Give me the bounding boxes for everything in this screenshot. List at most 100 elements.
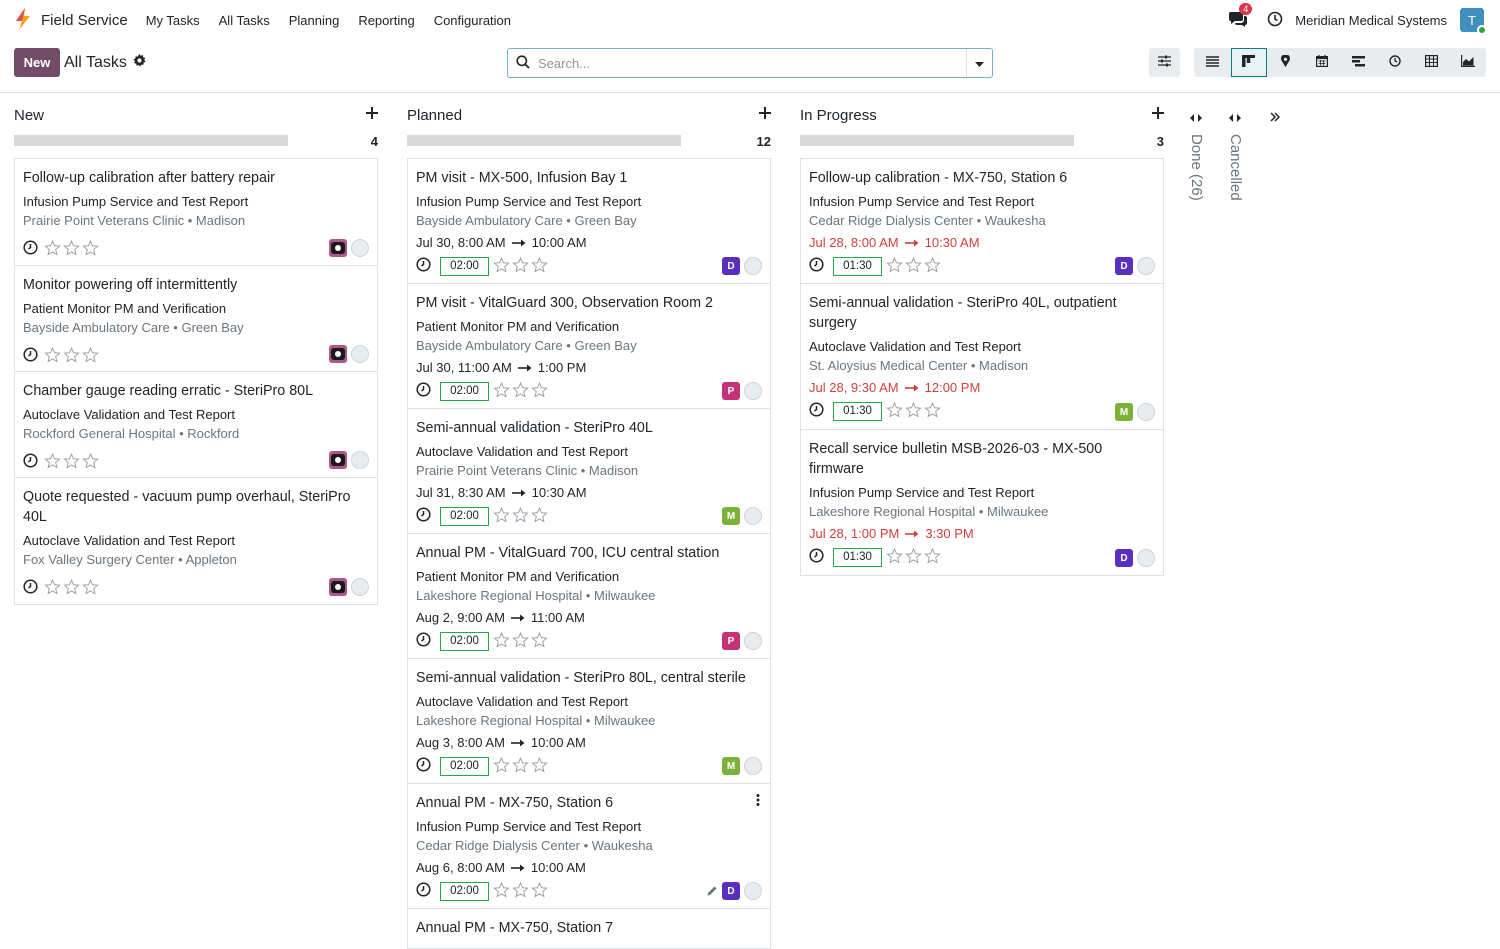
- task-card[interactable]: Quote requested - vacuum pump overhaul, …: [15, 478, 377, 605]
- assignee-avatar[interactable]: [329, 239, 347, 257]
- star-icon[interactable]: [512, 756, 531, 776]
- priority-stars[interactable]: [886, 256, 943, 276]
- filter-settings-button[interactable]: [1149, 48, 1180, 77]
- menu-configuration[interactable]: Configuration: [434, 13, 511, 28]
- kanban-state-circle[interactable]: [744, 507, 762, 525]
- column-title[interactable]: In Progress: [800, 107, 877, 124]
- priority-stars[interactable]: [44, 239, 101, 259]
- kanban-state-circle[interactable]: [744, 382, 762, 400]
- assignee-avatar[interactable]: P: [722, 632, 740, 650]
- star-icon[interactable]: [512, 381, 531, 401]
- company-switcher[interactable]: Meridian Medical Systems: [1295, 13, 1447, 28]
- menu-all-tasks[interactable]: All Tasks: [219, 13, 270, 28]
- task-card[interactable]: Chamber gauge reading erratic - SteriPro…: [15, 372, 377, 478]
- kanban-state-circle[interactable]: [351, 345, 369, 363]
- pivot-view-button[interactable]: [1413, 48, 1450, 77]
- column-progress-bar[interactable]: [800, 135, 1074, 146]
- messages-button[interactable]: 4: [1229, 2, 1253, 30]
- task-card[interactable]: PM visit - MX-500, Infusion Bay 1 Infusi…: [408, 159, 770, 284]
- star-icon[interactable]: [44, 346, 63, 366]
- column-title[interactable]: Planned: [407, 107, 462, 124]
- kanban-state-circle[interactable]: [744, 882, 762, 900]
- star-icon[interactable]: [531, 256, 550, 276]
- column-title[interactable]: New: [14, 107, 44, 124]
- star-icon[interactable]: [82, 578, 101, 598]
- star-icon[interactable]: [886, 256, 905, 276]
- priority-stars[interactable]: [493, 881, 550, 901]
- star-icon[interactable]: [493, 631, 512, 651]
- star-icon[interactable]: [531, 756, 550, 776]
- star-icon[interactable]: [63, 578, 82, 598]
- task-card[interactable]: Annual PM - MX-750, Station 7: [408, 909, 770, 949]
- gantt-view-button[interactable]: [1340, 48, 1377, 77]
- activity-clock-icon[interactable]: [1267, 11, 1283, 30]
- star-icon[interactable]: [493, 381, 512, 401]
- activity-clock-icon[interactable]: [809, 402, 824, 420]
- activity-clock-icon[interactable]: [23, 347, 38, 365]
- activity-clock-icon[interactable]: [23, 579, 38, 597]
- star-icon[interactable]: [512, 256, 531, 276]
- star-icon[interactable]: [924, 401, 943, 421]
- kanban-state-circle[interactable]: [744, 632, 762, 650]
- star-icon[interactable]: [82, 239, 101, 259]
- activity-clock-icon[interactable]: [416, 757, 431, 775]
- star-icon[interactable]: [905, 256, 924, 276]
- activity-clock-icon[interactable]: [23, 240, 38, 258]
- assignee-avatar[interactable]: M: [722, 757, 740, 775]
- activity-clock-icon[interactable]: [416, 507, 431, 525]
- assignee-avatar[interactable]: [329, 345, 347, 363]
- search-input[interactable]: [538, 50, 966, 76]
- kanban-state-circle[interactable]: [1137, 549, 1155, 567]
- assignee-avatar[interactable]: D: [722, 257, 740, 275]
- assignee-avatar[interactable]: [329, 451, 347, 469]
- kanban-state-circle[interactable]: [744, 757, 762, 775]
- search-options-toggle[interactable]: [966, 49, 992, 77]
- assignee-avatar[interactable]: D: [1115, 257, 1133, 275]
- folded-column-label[interactable]: Done (26): [1188, 134, 1205, 201]
- priority-stars[interactable]: [44, 578, 101, 598]
- kanban-view-button[interactable]: [1230, 48, 1267, 77]
- priority-stars[interactable]: [44, 452, 101, 472]
- task-card[interactable]: Annual PM - VitalGuard 700, ICU central …: [408, 534, 770, 659]
- assignee-avatar[interactable]: [329, 578, 347, 596]
- add-card-plus-icon[interactable]: [1152, 107, 1164, 122]
- star-icon[interactable]: [886, 547, 905, 567]
- kanban-state-circle[interactable]: [1137, 257, 1155, 275]
- add-card-plus-icon[interactable]: [759, 107, 771, 122]
- star-icon[interactable]: [512, 881, 531, 901]
- task-card[interactable]: Annual PM - MX-750, Station 6 Infusion P…: [408, 784, 770, 909]
- star-icon[interactable]: [82, 346, 101, 366]
- activity-clock-icon[interactable]: [416, 257, 431, 275]
- star-icon[interactable]: [493, 756, 512, 776]
- map-view-button[interactable]: [1267, 48, 1304, 77]
- priority-stars[interactable]: [44, 346, 101, 366]
- assignee-avatar[interactable]: D: [722, 882, 740, 900]
- folded-column-label[interactable]: Cancelled: [1227, 134, 1244, 201]
- app-brand[interactable]: Field Service: [14, 7, 146, 33]
- activity-clock-icon[interactable]: [809, 257, 824, 275]
- pencil-icon[interactable]: [707, 884, 718, 899]
- assignee-avatar[interactable]: D: [1115, 549, 1133, 567]
- activity-clock-icon[interactable]: [416, 882, 431, 900]
- star-icon[interactable]: [512, 506, 531, 526]
- task-card[interactable]: Monitor powering off intermittently Pati…: [15, 266, 377, 372]
- task-card[interactable]: Recall service bulletin MSB-2026-03 - MX…: [801, 430, 1163, 576]
- activity-clock-icon[interactable]: [416, 382, 431, 400]
- star-icon[interactable]: [531, 381, 550, 401]
- kanban-state-circle[interactable]: [744, 257, 762, 275]
- priority-stars[interactable]: [493, 381, 550, 401]
- priority-stars[interactable]: [886, 401, 943, 421]
- star-icon[interactable]: [44, 452, 63, 472]
- star-icon[interactable]: [924, 256, 943, 276]
- star-icon[interactable]: [493, 881, 512, 901]
- kanban-state-circle[interactable]: [1137, 403, 1155, 421]
- kanban-state-circle[interactable]: [351, 239, 369, 257]
- star-icon[interactable]: [63, 346, 82, 366]
- user-avatar[interactable]: T: [1460, 8, 1487, 35]
- assignee-avatar[interactable]: M: [722, 507, 740, 525]
- activity-view-button[interactable]: [1376, 48, 1413, 77]
- task-card[interactable]: Follow-up calibration after battery repa…: [15, 159, 377, 266]
- assignee-avatar[interactable]: M: [1115, 403, 1133, 421]
- star-icon[interactable]: [63, 452, 82, 472]
- double-chevron-right-icon[interactable]: [1270, 110, 1281, 125]
